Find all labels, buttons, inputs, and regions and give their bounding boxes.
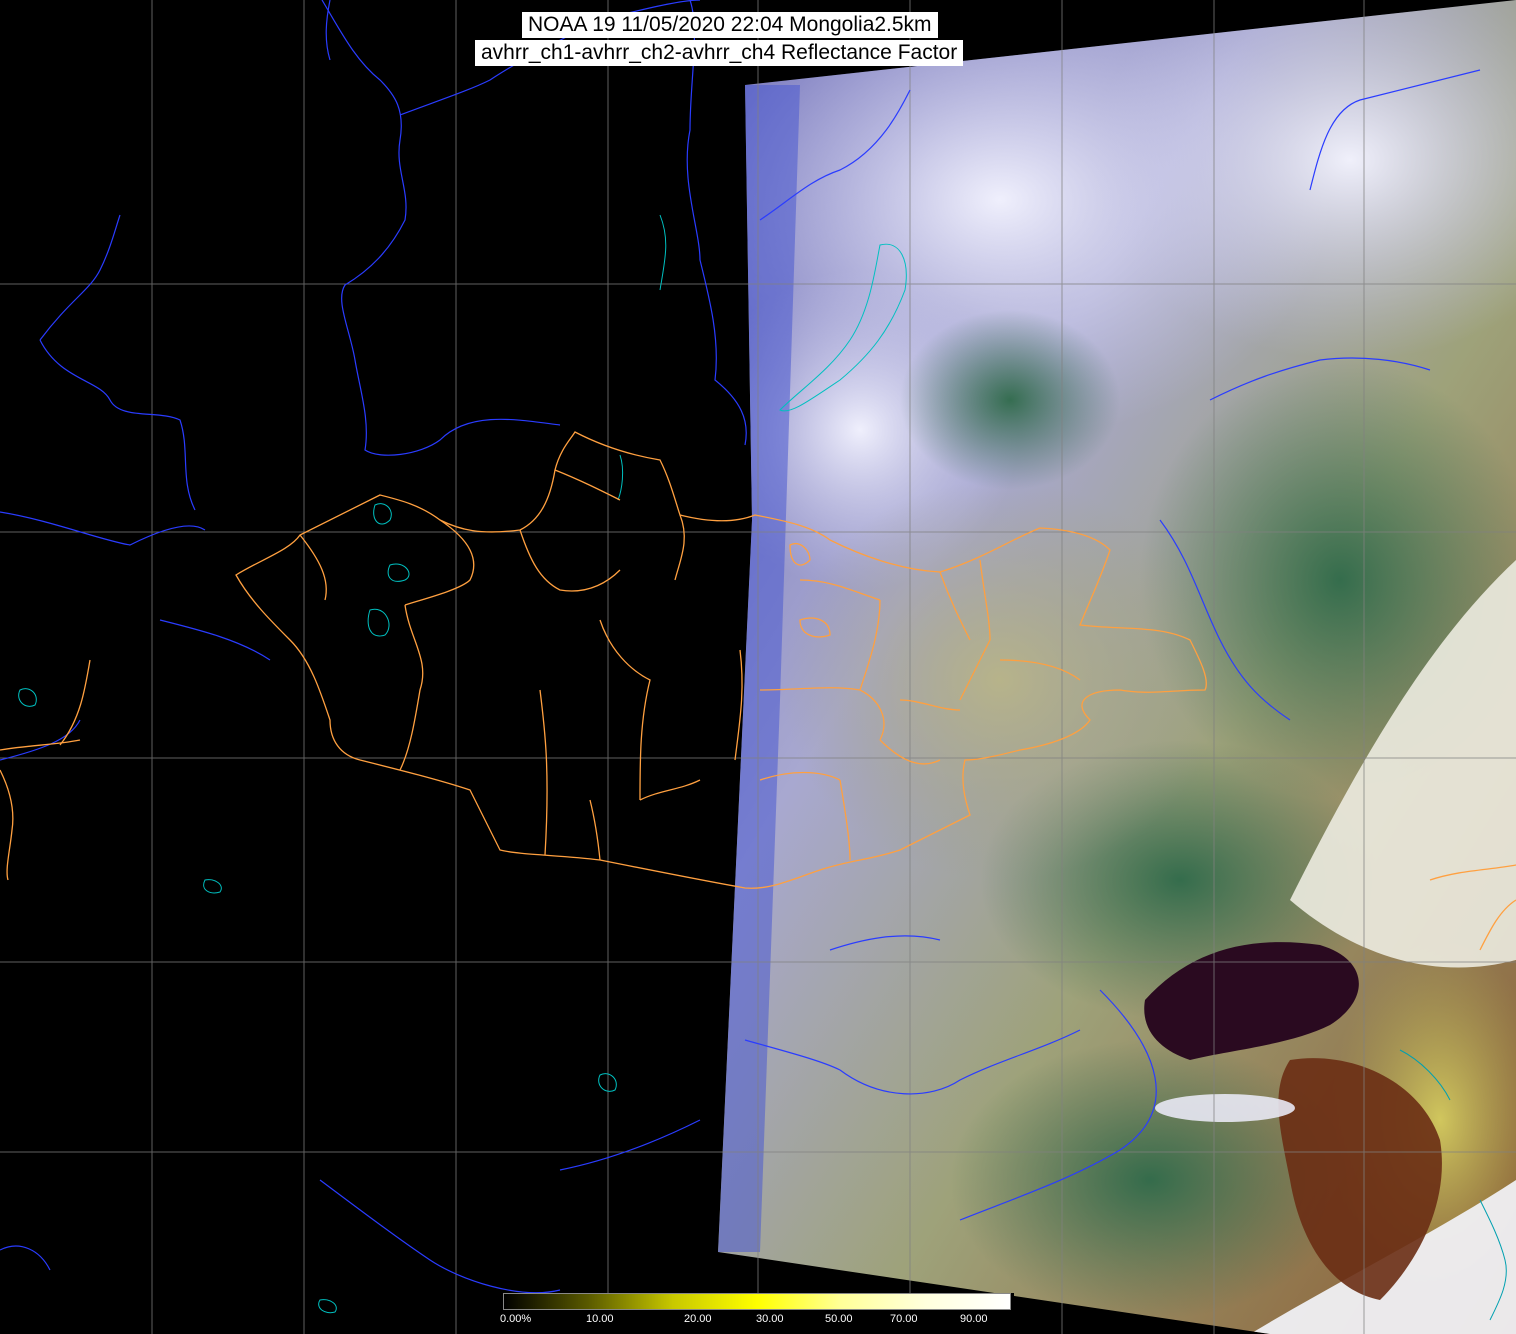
colorbar-tick-label: 90.00 xyxy=(960,1313,988,1325)
colorbar-tick-label: 20.00 xyxy=(684,1313,712,1325)
title-line-2: avhrr_ch1-avhrr_ch2-avhrr_ch4 Reflectanc… xyxy=(475,40,964,66)
satellite-swath xyxy=(718,0,1516,1334)
colorbar-legend: 0.00% 10.00 20.00 30.00 50.00 70.00 90.0… xyxy=(500,1293,1014,1334)
colorbar-tick-label: 70.00 xyxy=(890,1313,918,1325)
colorbar-tick-label: 50.00 xyxy=(825,1313,853,1325)
colorbar-tick-label: 30.00 xyxy=(756,1313,784,1325)
title-line-1: NOAA 19 11/05/2020 22:04 Mongolia2.5km xyxy=(522,12,938,38)
satellite-map-view: NOAA 19 11/05/2020 22:04 Mongolia2.5km a… xyxy=(0,0,1516,1334)
map-canvas xyxy=(0,0,1516,1334)
colorbar-tick-label: 10.00 xyxy=(586,1313,614,1325)
colorbar-gradient xyxy=(503,1293,1011,1310)
colorbar-tick-label: 0.00% xyxy=(500,1313,532,1325)
